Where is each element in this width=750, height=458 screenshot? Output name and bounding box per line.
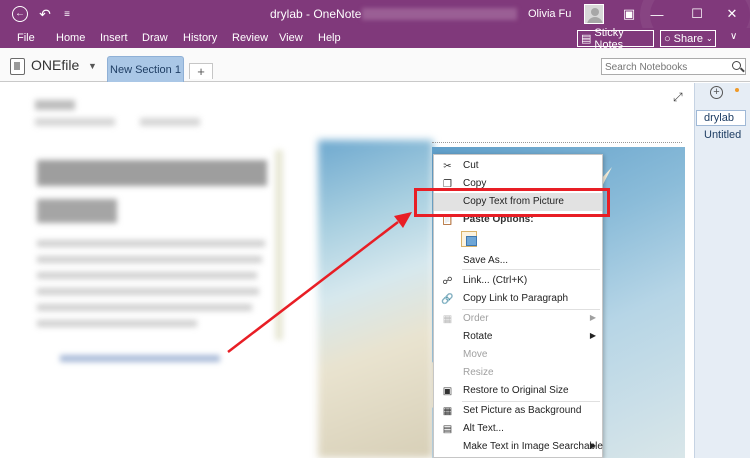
menu-item-alt-text[interactable]: ▤ Alt Text...: [434, 420, 602, 438]
menu-item-set-background[interactable]: ▦ Set Picture as Background: [434, 402, 602, 420]
menu-item-rotate[interactable]: Rotate ▶: [434, 328, 602, 346]
notification-dot: [735, 88, 739, 92]
blurred-heading: [37, 199, 117, 223]
ribbon-display-icon: ▣: [622, 6, 636, 21]
menu-item-order: ▦ Order ▶: [442, 313, 596, 325]
highlight-box: [414, 188, 610, 217]
blurred-text: [37, 304, 252, 311]
redacted-region: [362, 8, 517, 20]
undo-button[interactable]: ↶: [34, 4, 56, 24]
menu-help[interactable]: Help: [318, 32, 341, 44]
notebook-name[interactable]: ONEfile: [31, 57, 79, 73]
collapse-ribbon-icon[interactable]: ∨: [730, 31, 737, 42]
maximize-button[interactable]: ☐: [685, 4, 709, 24]
blurred-text: [37, 320, 197, 327]
menu-item-copy-link[interactable]: 🔗 Copy Link to Paragraph: [434, 290, 602, 308]
window-title: drylab - OneNote: [270, 7, 362, 21]
chevron-down-icon: ⌄: [706, 34, 713, 43]
menu-file[interactable]: File: [17, 32, 35, 44]
menu-view[interactable]: View: [279, 32, 303, 44]
paste-picture-option[interactable]: [461, 231, 477, 247]
menu-item-link[interactable]: ☍ Link... (Ctrl+K): [434, 272, 602, 290]
share-icon: ○: [664, 32, 671, 45]
menu-item-save-as[interactable]: Save As...: [434, 252, 602, 270]
blurred-text: [35, 118, 115, 126]
blurred-text: [37, 256, 262, 263]
sticky-notes-label: Sticky Notes: [594, 26, 624, 51]
search-icon[interactable]: [732, 61, 741, 70]
menu-item-move: Move: [463, 349, 488, 360]
notebook-bar: ONEfile ▼ New Section 1 +: [0, 48, 750, 82]
customize-toolbar-button[interactable]: ≡: [56, 4, 78, 24]
tab-new-section-1[interactable]: New Section 1: [107, 56, 184, 82]
blurred-heading: [37, 160, 267, 186]
expand-icon[interactable]: ⤢: [673, 90, 683, 105]
undo-icon: ↶: [39, 5, 51, 22]
sticky-notes-icon: ▤: [581, 33, 592, 45]
blurred-text: [37, 288, 259, 295]
picture-background-icon: ▦: [442, 405, 453, 417]
blurred-text: [37, 272, 257, 279]
submenu-arrow-icon: ▶: [589, 313, 596, 322]
blurred-divider: [275, 150, 283, 340]
blurred-text: [37, 240, 265, 247]
back-button[interactable]: ←: [9, 4, 31, 24]
scissors-icon: ✂: [443, 160, 452, 172]
menu-history[interactable]: History: [183, 32, 217, 44]
back-arrow-icon: ←: [12, 6, 28, 22]
close-icon: ✕: [726, 6, 738, 21]
title-bar: ← ↶ ≡ drylab - OneNote Olivia Fu ▣ — ☐ ✕: [0, 0, 750, 60]
share-button[interactable]: ○ Share ⌄: [660, 30, 716, 47]
menu-item-make-text-searchable[interactable]: Make Text in Image Searchable ▶: [434, 438, 603, 456]
order-icon: ▦: [442, 313, 453, 325]
sticky-notes-button[interactable]: ▤ Sticky Notes: [577, 27, 654, 51]
customize-toolbar-icon: ≡: [64, 8, 70, 20]
picture-selection-border: [432, 142, 682, 147]
menu-review[interactable]: Review: [232, 32, 268, 44]
search-box[interactable]: [601, 58, 746, 75]
menu-item-cut[interactable]: ✂ Cut: [434, 157, 602, 175]
avatar[interactable]: [584, 4, 604, 24]
add-page-icon[interactable]: +: [710, 86, 723, 99]
menu-draw[interactable]: Draw: [142, 32, 168, 44]
menu-item-resize: Resize: [463, 367, 494, 378]
menu-item-restore-size[interactable]: ▣ Restore to Original Size: [434, 382, 602, 400]
blurred-link: [60, 355, 220, 362]
sidebar-item-drylab[interactable]: drylab: [696, 110, 746, 126]
minimize-button[interactable]: —: [645, 4, 669, 24]
maximize-icon: ☐: [691, 6, 703, 21]
ribbon-display-button[interactable]: ▣: [617, 4, 641, 24]
add-section-button[interactable]: +: [189, 63, 213, 79]
restore-size-icon: ▣: [442, 385, 453, 397]
search-input[interactable]: [605, 61, 723, 73]
alt-text-icon: ▤: [442, 423, 453, 435]
menu-insert[interactable]: Insert: [100, 32, 128, 44]
user-name[interactable]: Olivia Fu: [528, 8, 571, 20]
notebook-icon[interactable]: [10, 58, 25, 75]
submenu-arrow-icon: ▶: [589, 331, 596, 340]
menu-bar: File Home Insert Draw History Review Vie…: [0, 27, 750, 51]
link-paragraph-icon: 🔗: [441, 293, 454, 305]
link-icon: ☍: [442, 275, 453, 287]
share-label: Share: [673, 32, 704, 45]
sidebar-item-untitled[interactable]: Untitled: [704, 129, 741, 141]
submenu-arrow-icon: ▶: [589, 441, 596, 450]
menu-home[interactable]: Home: [56, 32, 85, 44]
minimize-icon: —: [650, 6, 664, 22]
close-button[interactable]: ✕: [720, 4, 744, 24]
blurred-text: [35, 100, 75, 110]
notebook-dropdown-icon[interactable]: ▼: [88, 61, 97, 71]
blurred-text: [140, 118, 200, 126]
